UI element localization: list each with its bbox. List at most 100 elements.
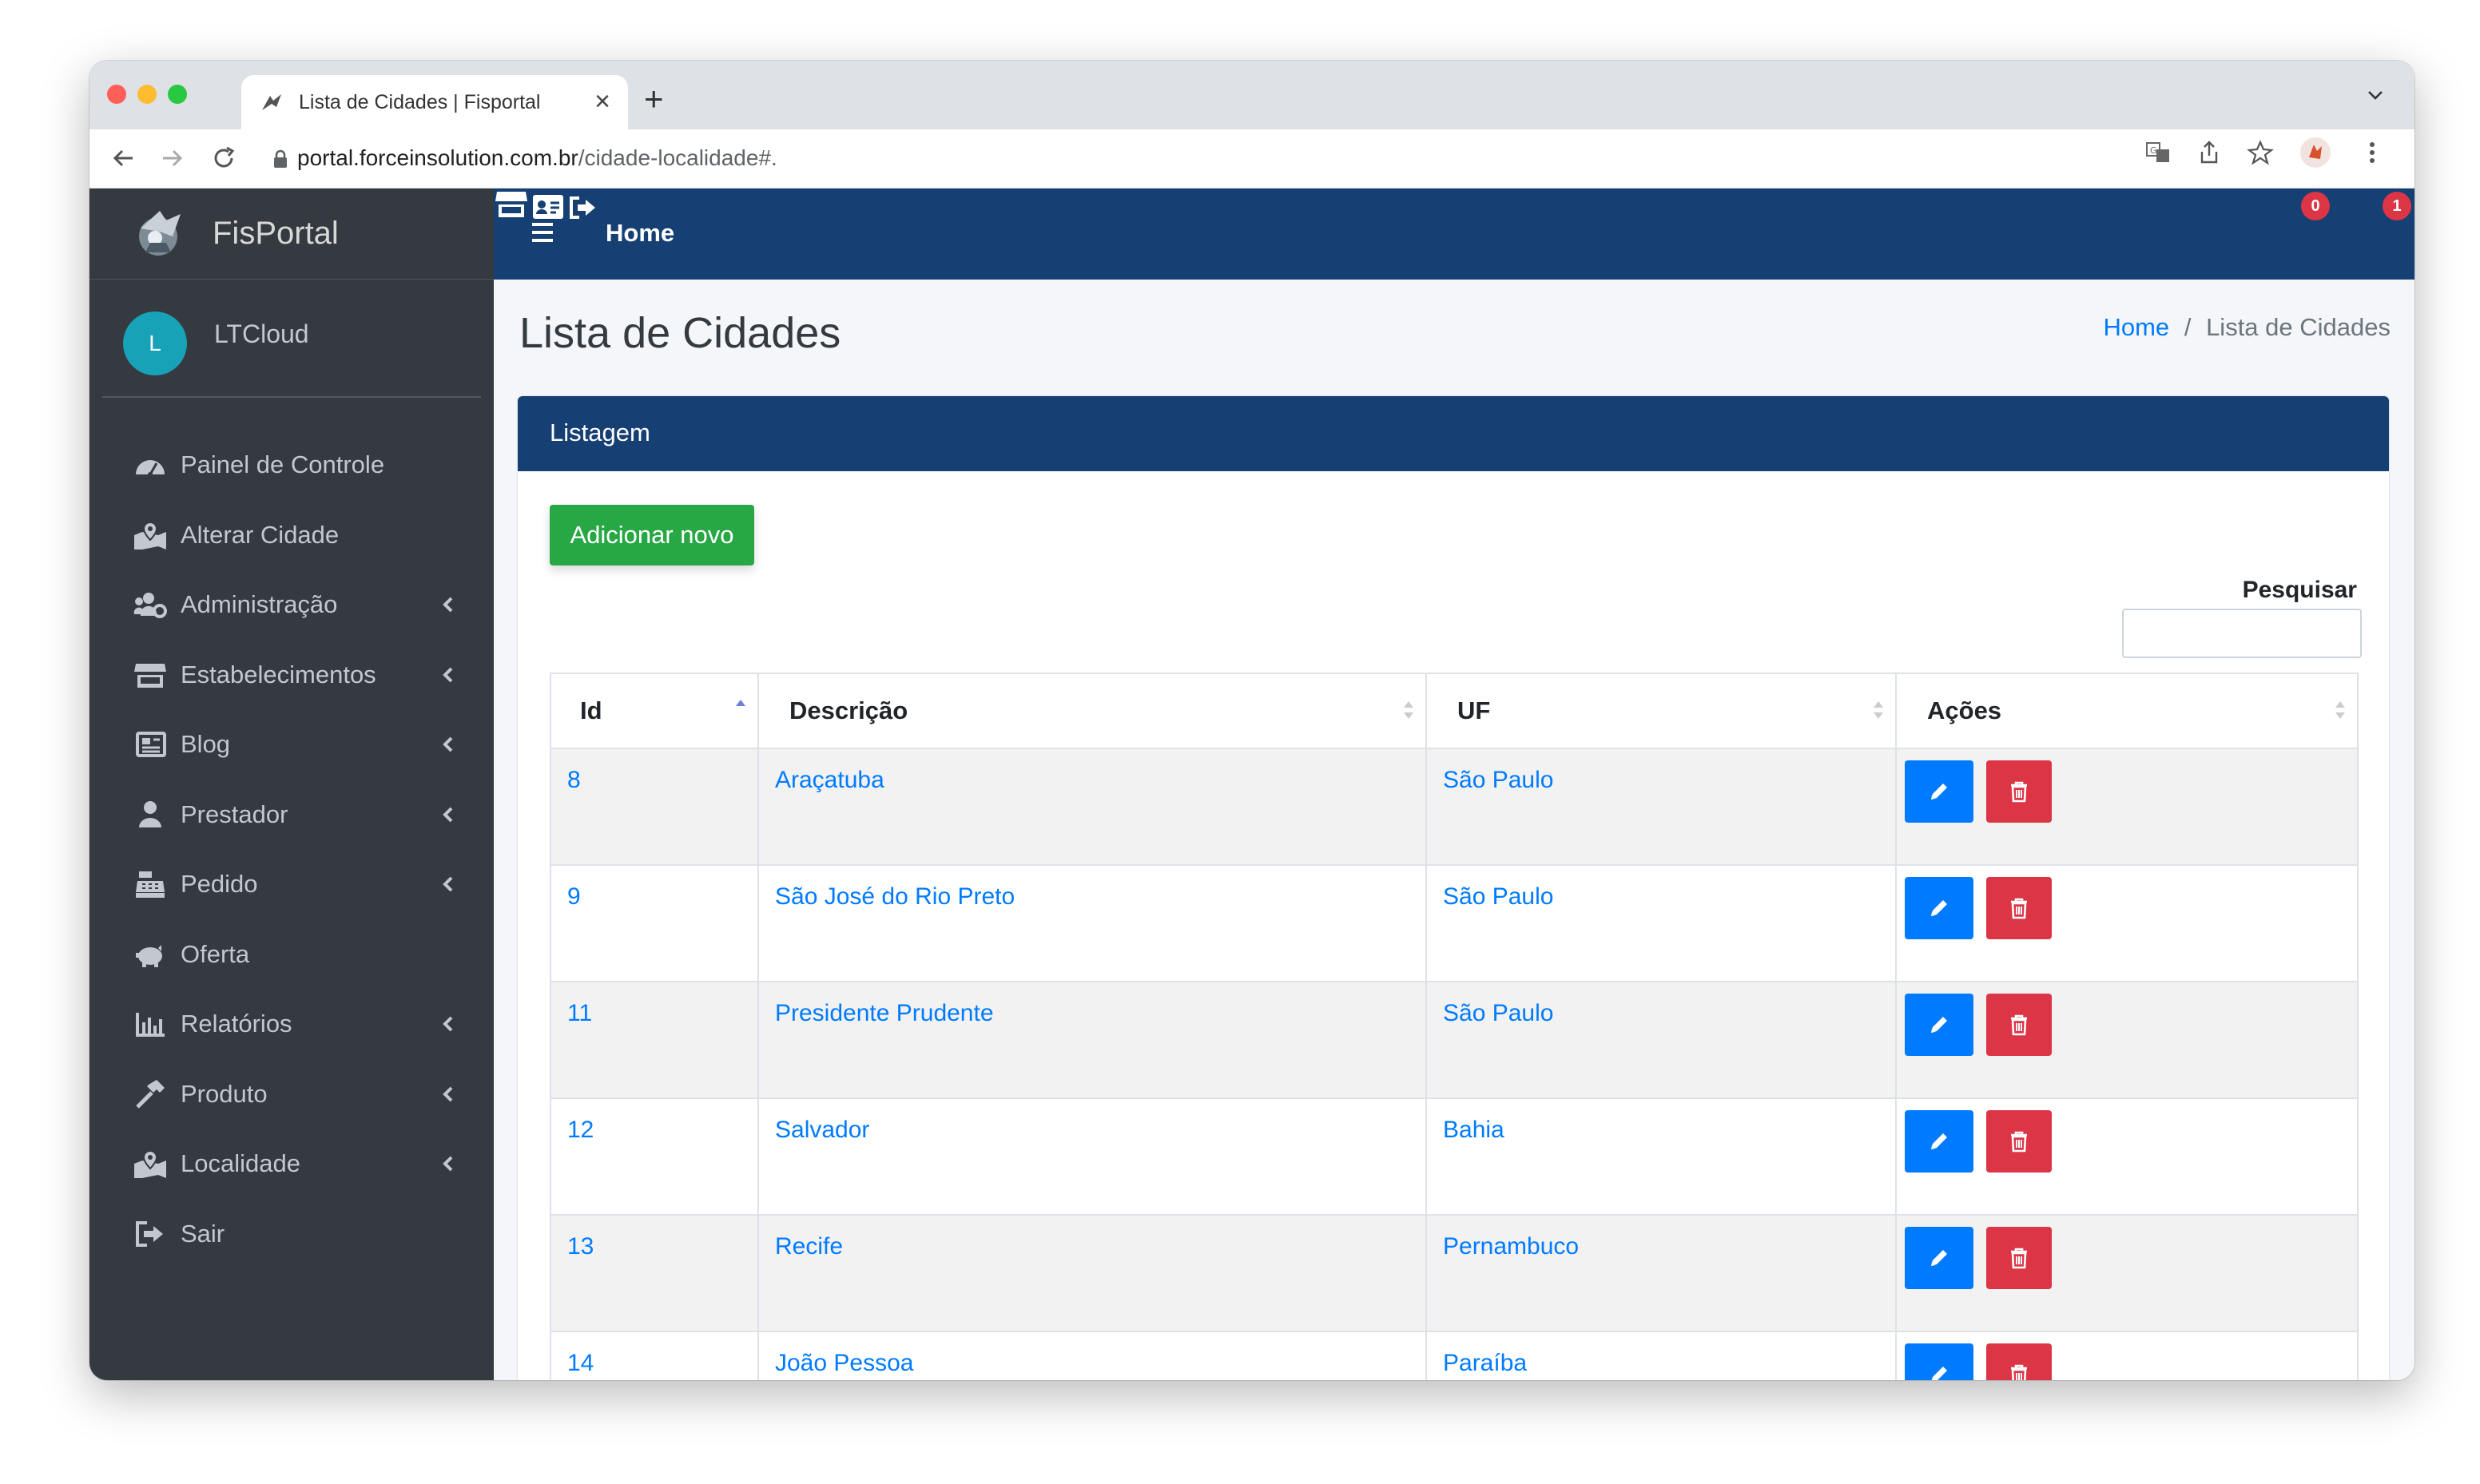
uf-link[interactable]: São Paulo (1443, 767, 1553, 793)
map-marked-icon (134, 521, 166, 550)
listing-card: Listagem Adicionar novo Pesquisar Id Des… (518, 396, 2389, 1380)
pencil-icon (1931, 1133, 1947, 1149)
descricao-link[interactable]: São José do Rio Preto (775, 883, 1015, 910)
descricao-link[interactable]: João Pessoa (775, 1350, 913, 1376)
id-link[interactable]: 8 (567, 767, 581, 793)
cell-id: 11 (550, 981, 759, 1099)
browser-window: Lista de Cidades | Fisportal × + portal.… (89, 61, 2414, 1380)
sidebar-item-estabelecimentos[interactable]: Estabelecimentos (89, 643, 494, 713)
address-card-icon[interactable] (532, 193, 564, 220)
new-tab-button[interactable]: + (644, 80, 664, 118)
delete-button[interactable] (1986, 877, 2052, 939)
edit-button[interactable] (1905, 877, 1973, 939)
sidebar-menu: Painel de Controle Alterar Cidade Admini… (89, 433, 494, 1272)
sidebar-item-alterar-cidade[interactable]: Alterar Cidade (89, 503, 494, 573)
cell-acoes (1895, 1214, 2359, 1332)
sidebar-item-localidade[interactable]: Localidade (89, 1132, 494, 1202)
edit-button[interactable] (1905, 760, 1973, 823)
menu-toggle-icon[interactable] (531, 220, 554, 244)
forward-icon[interactable] (158, 144, 187, 173)
cell-descricao: Presidente Prudente (757, 981, 1427, 1099)
dashboard-icon (136, 460, 165, 477)
edit-button[interactable] (1905, 994, 1973, 1056)
chevron-left-icon (443, 876, 453, 892)
descricao-link[interactable]: Recife (775, 1233, 843, 1260)
store-icon[interactable] (494, 188, 529, 220)
brand[interactable]: FisPortal (89, 188, 494, 280)
tab-search-icon[interactable] (2365, 85, 2386, 105)
edit-button[interactable] (1905, 1110, 1973, 1173)
uf-link[interactable]: São Paulo (1443, 883, 1553, 910)
pencil-icon (1931, 900, 1947, 916)
column-header-acoes[interactable]: Ações (1895, 673, 2359, 749)
column-header-id[interactable]: Id (550, 673, 759, 749)
browser-menu-icon[interactable] (2359, 139, 2386, 166)
id-link[interactable]: 14 (567, 1350, 594, 1376)
sidebar-item-produto[interactable]: Produto (89, 1062, 494, 1133)
delete-button[interactable] (1986, 760, 2052, 823)
pencil-icon (1931, 784, 1947, 800)
delete-button[interactable] (1986, 1110, 2052, 1173)
cell-acoes (1895, 981, 2359, 1099)
uf-link[interactable]: São Paulo (1443, 1000, 1553, 1026)
chevron-left-icon (443, 667, 453, 682)
delete-button[interactable] (1986, 1227, 2052, 1289)
breadcrumb-home-link[interactable]: Home (2103, 313, 2169, 341)
edit-button[interactable] (1905, 1343, 1973, 1380)
sidebar-item-relatorios[interactable]: Relatórios (89, 992, 494, 1062)
pencil-icon (1931, 1017, 1947, 1033)
edit-button[interactable] (1905, 1227, 1973, 1289)
url-text: portal.forceinsolution.com.br/cidade-loc… (297, 145, 777, 170)
zoom-window-button[interactable] (168, 85, 187, 104)
cell-acoes (1895, 1097, 2359, 1216)
search-input[interactable] (2122, 609, 2362, 658)
extension-icon[interactable] (2299, 137, 2331, 169)
sign-out-icon[interactable] (568, 195, 597, 220)
sidebar-item-sair[interactable]: Sair (89, 1202, 494, 1272)
descricao-link[interactable]: Presidente Prudente (775, 1000, 994, 1026)
table-header-row: Id Descrição UF Ações (550, 673, 2359, 749)
trash-icon (2011, 1131, 2027, 1153)
uf-link[interactable]: Pernambuco (1443, 1233, 1579, 1260)
sidebar-item-blog[interactable]: Blog (89, 712, 494, 783)
sidebar-item-administracao[interactable]: Administração (89, 573, 494, 643)
uf-link[interactable]: Paraíba (1443, 1350, 1527, 1376)
table-body: 8 Araçatuba São Paulo 9 São José do Rio Pret… (550, 748, 2359, 1380)
browser-tab[interactable]: Lista de Cidades | Fisportal × (241, 75, 628, 129)
sidebar-item-painel-de-controle[interactable]: Painel de Controle (89, 433, 494, 503)
back-icon[interactable] (109, 144, 137, 173)
tab-close-icon[interactable]: × (594, 86, 610, 117)
sidebar-item-prestador[interactable]: Prestador (89, 783, 494, 853)
column-header-uf[interactable]: UF (1425, 673, 1897, 749)
close-window-button[interactable] (107, 85, 126, 104)
card-title: Listagem (550, 419, 650, 446)
chevron-left-icon (443, 736, 453, 752)
descricao-link[interactable]: Araçatuba (775, 767, 884, 793)
share-icon[interactable] (2196, 139, 2223, 166)
id-link[interactable]: 11 (567, 1000, 592, 1026)
sidebar: FisPortal L LTCloud Painel de Controle A… (89, 188, 494, 1380)
translate-icon[interactable]: G (2144, 139, 2172, 166)
reload-icon[interactable] (209, 144, 238, 173)
id-link[interactable]: 12 (567, 1117, 594, 1143)
sidebar-item-pedido[interactable]: Pedido (89, 852, 494, 923)
map-marked-icon (134, 1149, 166, 1178)
cell-uf: São Paulo (1425, 981, 1897, 1099)
column-header-descricao[interactable]: Descrição (757, 673, 1427, 749)
nav-home-link[interactable]: Home (606, 219, 674, 248)
bookmark-star-icon[interactable] (2247, 139, 2274, 166)
add-new-button[interactable]: Adicionar novo (550, 505, 754, 565)
id-link[interactable]: 9 (567, 883, 581, 910)
id-link[interactable]: 13 (567, 1233, 594, 1260)
uf-link[interactable]: Bahia (1443, 1117, 1504, 1143)
descricao-link[interactable]: Salvador (775, 1117, 869, 1143)
delete-button[interactable] (1986, 1343, 2052, 1380)
store-icon (134, 663, 166, 688)
sidebar-item-oferta[interactable]: Oferta (89, 923, 494, 993)
user-panel[interactable]: L LTCloud (102, 280, 481, 398)
breadcrumb-current: Lista de Cidades (2206, 313, 2391, 341)
address-bar[interactable]: portal.forceinsolution.com.br/cidade-loc… (262, 136, 2403, 181)
delete-button[interactable] (1986, 994, 2052, 1056)
sort-icon (2335, 701, 2345, 719)
minimize-window-button[interactable] (137, 85, 157, 104)
